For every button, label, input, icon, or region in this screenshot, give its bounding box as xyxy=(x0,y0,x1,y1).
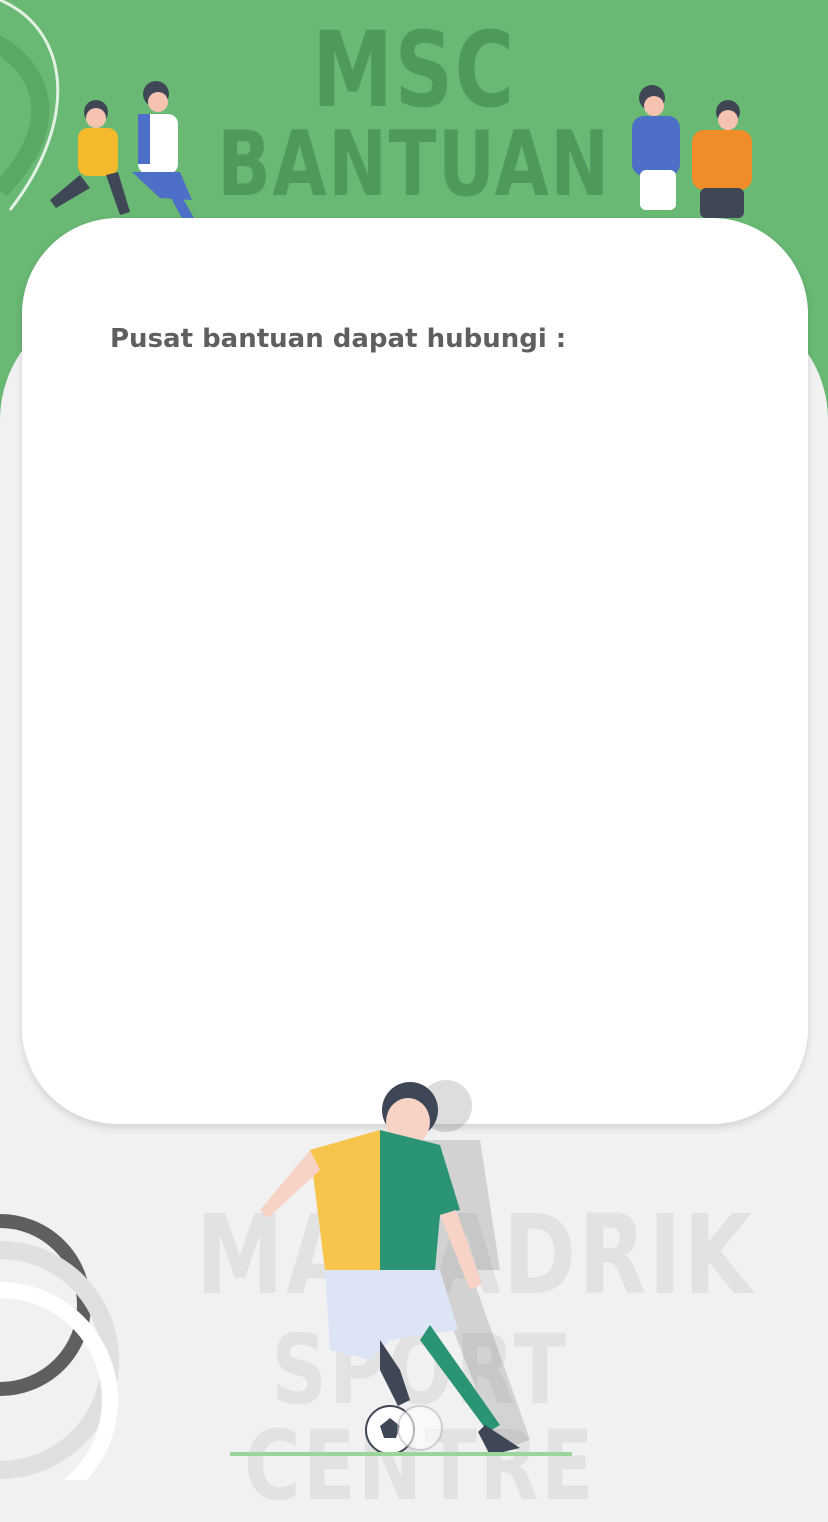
right-players-illustration-icon xyxy=(632,85,752,218)
help-text: Pusat bantuan dapat hubungi : xyxy=(110,324,567,354)
help-card: Pusat bantuan dapat hubungi : xyxy=(22,218,808,1124)
soccer-player-illustration-icon xyxy=(230,1080,572,1456)
left-players-illustration-icon xyxy=(50,81,194,222)
decorative-rings-icon xyxy=(0,1214,119,1480)
